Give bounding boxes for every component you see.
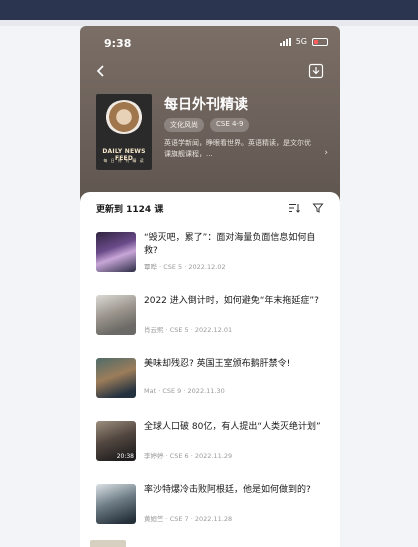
episode-date: 2022.12.02 bbox=[188, 263, 226, 271]
course-header: 9:38 5G DAILY NEWS FEED 每 日 外 刊 精 读 每日外刊… bbox=[80, 26, 340, 212]
course-cover: DAILY NEWS FEED 每 日 外 刊 精 读 bbox=[96, 94, 152, 170]
list-item[interactable]: “毁灭吧，累了”：面对海量负面信息如何自救? 覃晔 · CSE 5 · 2022… bbox=[80, 232, 340, 295]
network-label: 5G bbox=[295, 37, 307, 46]
status-icons: 5G bbox=[279, 37, 328, 46]
episode-date: 2022.11.28 bbox=[194, 515, 233, 523]
battery-icon bbox=[312, 37, 328, 46]
episode-thumbnail: 20:38 bbox=[96, 421, 136, 461]
tag-category[interactable]: 文化风尚 bbox=[164, 118, 204, 132]
episode-level: CSE 5 bbox=[169, 326, 189, 334]
episode-date: 2022.11.29 bbox=[194, 452, 233, 460]
list-item[interactable]: 2022 进入倒计时，如何避免“年末拖延症”? 肖云熙 · CSE 5 · 20… bbox=[80, 295, 340, 358]
episode-title: 2022 进入倒计时，如何避免“年末拖延症”? bbox=[144, 296, 319, 306]
course-title: 每日外刊精读 bbox=[164, 97, 248, 113]
episode-list: “毁灭吧，累了”：面对海量负面信息如何自救? 覃晔 · CSE 5 · 2022… bbox=[80, 232, 340, 547]
episode-level: CSE 5 bbox=[163, 263, 183, 271]
left-margin bbox=[0, 26, 80, 547]
episode-author: 覃晔 bbox=[144, 263, 157, 271]
cover-title-cn: 每 日 外 刊 精 读 bbox=[103, 158, 145, 163]
episode-meta: 黄姮竺 · CSE 7 · 2022.11.28 bbox=[144, 515, 233, 523]
episode-thumbnail bbox=[96, 232, 136, 272]
episode-duration: 20:38 bbox=[116, 453, 134, 460]
update-count: 更新到 1124 课 bbox=[96, 205, 164, 215]
list-item[interactable]: 率沙特爆冷击败阿根廷，他是如何做到的? 黄姮竺 · CSE 7 · 2022.1… bbox=[80, 484, 340, 547]
phone-screen: 9:38 5G DAILY NEWS FEED 每 日 外 刊 精 读 每日外刊… bbox=[80, 26, 340, 547]
tag-level[interactable]: CSE 4-9 bbox=[210, 118, 250, 132]
course-tags: 文化风尚 CSE 4-9 bbox=[164, 118, 250, 132]
episode-level: CSE 7 bbox=[169, 515, 189, 523]
list-item[interactable]: 美味却残忍? 英国王室颁布鹅肝禁令! Mat · CSE 9 · 2022.11… bbox=[80, 358, 340, 421]
episode-thumbnail bbox=[96, 295, 136, 335]
episode-date: 2022.12.01 bbox=[194, 326, 233, 334]
episode-title: “毁灭吧，累了”：面对海量负面信息如何自救? bbox=[144, 233, 316, 256]
list-item[interactable]: 20:38 全球人口破 80亿，有人提出“人类灭绝计划” 李婷婷 · CSE 6… bbox=[80, 421, 340, 484]
download-icon[interactable] bbox=[308, 63, 324, 79]
chevron-right-icon[interactable]: › bbox=[324, 148, 328, 158]
episode-meta: 覃晔 · CSE 5 · 2022.12.02 bbox=[144, 263, 226, 271]
episode-author: 肖云熙 bbox=[144, 326, 164, 334]
episode-title: 全球人口破 80亿，有人提出“人类灭绝计划” bbox=[144, 422, 321, 432]
episode-level: CSE 9 bbox=[162, 387, 182, 395]
episode-author: 黄姮竺 bbox=[144, 515, 164, 523]
episode-level: CSE 6 bbox=[169, 452, 189, 460]
window-top-band bbox=[0, 0, 418, 20]
episode-thumbnail bbox=[96, 358, 136, 398]
episode-thumbnail bbox=[96, 484, 136, 524]
coffee-cup-image bbox=[105, 100, 143, 134]
status-time: 9:38 bbox=[104, 37, 132, 50]
episode-meta: Mat · CSE 9 · 2022.11.30 bbox=[144, 387, 225, 395]
episode-meta: 李婷婷 · CSE 6 · 2022.11.29 bbox=[144, 452, 233, 460]
episode-date: 2022.11.30 bbox=[187, 387, 225, 395]
filter-icon[interactable] bbox=[312, 202, 324, 214]
course-description[interactable]: 英语学新闻，睁眼看世界。英语精读，是文尔优课旗舰课程，... bbox=[164, 138, 314, 160]
episode-author: Mat bbox=[144, 387, 157, 395]
sort-icon[interactable] bbox=[288, 202, 300, 214]
back-icon[interactable] bbox=[94, 64, 108, 78]
episode-title: 美味却残忍? 英国王室颁布鹅肝禁令! bbox=[144, 359, 291, 369]
next-item-peek bbox=[90, 540, 126, 547]
episode-sheet: 更新到 1124 课 “毁灭吧，累了”：面对海量负面信息如何自救? 覃晔 · C… bbox=[80, 192, 340, 547]
right-margin bbox=[340, 26, 418, 547]
signal-icon bbox=[279, 37, 291, 46]
episode-meta: 肖云熙 · CSE 5 · 2022.12.01 bbox=[144, 326, 233, 334]
episode-title: 率沙特爆冷击败阿根廷，他是如何做到的? bbox=[144, 485, 311, 495]
episode-author: 李婷婷 bbox=[144, 452, 164, 460]
